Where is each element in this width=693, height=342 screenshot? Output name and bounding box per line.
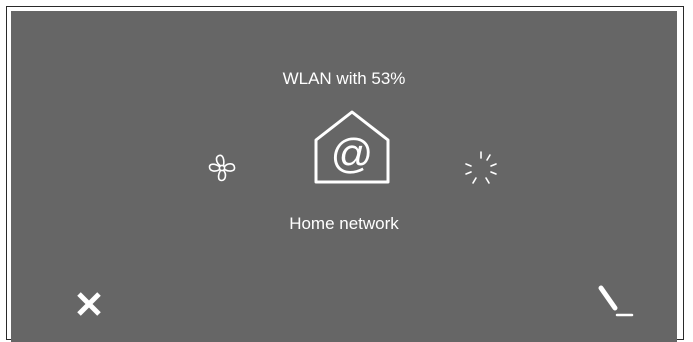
wlan-status-screen: WLAN with 53% @ Home network [11,11,677,342]
wlan-status-text: WLAN with 53% [282,69,406,88]
fan-icon [208,154,236,182]
edit-pen-icon[interactable] [596,283,638,325]
network-name-label: Home network [289,214,399,233]
close-icon[interactable] [71,286,107,322]
home-network-at-icon: @ [314,110,390,184]
loading-spinner-icon [465,151,497,184]
svg-text:@: @ [331,130,374,177]
